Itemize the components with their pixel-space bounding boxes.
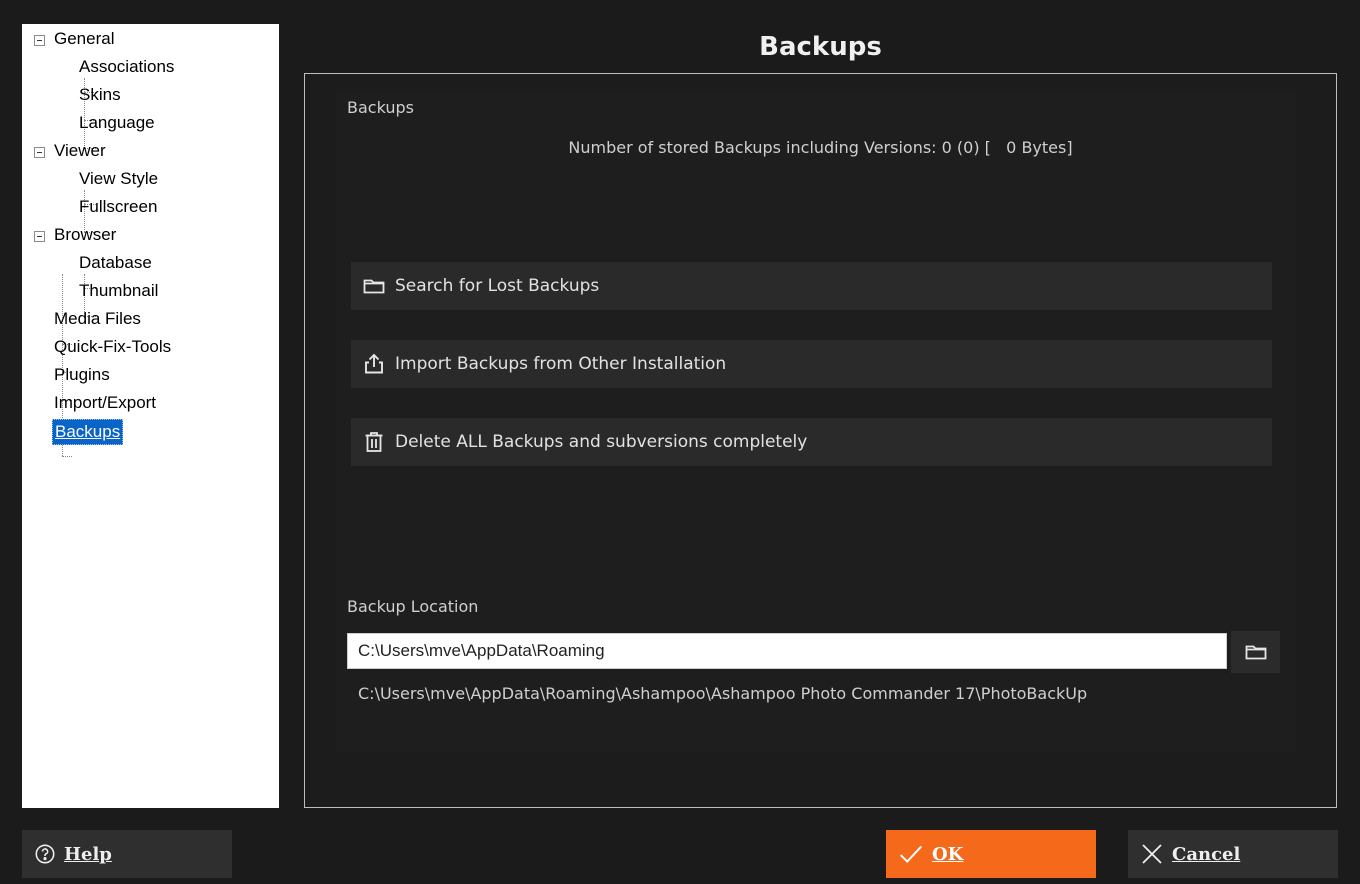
browse-folder-button[interactable] bbox=[1231, 631, 1280, 673]
tree-item-label: Skins bbox=[79, 85, 121, 104]
delete-all-backups-button[interactable]: Delete ALL Backups and subversions compl… bbox=[351, 418, 1272, 466]
folder-icon bbox=[360, 272, 388, 300]
tree-item-thumbnail[interactable]: Thumbnail bbox=[77, 279, 160, 305]
tree-item-label: Plugins bbox=[54, 365, 110, 384]
tree-item-quick-fix-tools[interactable]: Quick-Fix-Tools bbox=[52, 335, 173, 361]
folder-icon bbox=[1244, 640, 1268, 664]
tree-item-fullscreen[interactable]: Fullscreen bbox=[77, 195, 159, 221]
tree-connector bbox=[62, 456, 72, 457]
import-backups-label: Import Backups from Other Installation bbox=[395, 354, 727, 374]
backups-section-label: Backups bbox=[347, 98, 414, 117]
tree-item-view-style[interactable]: View Style bbox=[77, 167, 160, 193]
tree-item-label: Thumbnail bbox=[79, 281, 159, 300]
tree-item-label: Import/Export bbox=[54, 393, 157, 412]
tree-item-backups[interactable]: Backups bbox=[52, 419, 124, 445]
tree-item-label: General bbox=[54, 29, 115, 48]
delete-all-backups-label: Delete ALL Backups and subversions compl… bbox=[395, 432, 808, 452]
backup-location-input[interactable] bbox=[347, 633, 1227, 669]
collapse-browser-icon[interactable] bbox=[34, 231, 45, 242]
collapse-viewer-icon[interactable] bbox=[34, 147, 45, 158]
help-button[interactable]: Help bbox=[22, 830, 232, 878]
settings-tree: General Associations Skins Language View… bbox=[22, 24, 279, 808]
tree-item-associations[interactable]: Associations bbox=[77, 55, 176, 81]
tree-item-skins[interactable]: Skins bbox=[77, 83, 123, 109]
tree-item-label: Database bbox=[79, 253, 152, 272]
cancel-button[interactable]: Cancel bbox=[1128, 830, 1338, 878]
backup-location-label: Backup Location bbox=[347, 597, 479, 616]
ok-button[interactable]: OK bbox=[886, 830, 1096, 878]
full-backup-path: C:\Users\mve\AppData\Roaming\Ashampoo\As… bbox=[358, 684, 1088, 703]
checkmark-icon bbox=[898, 841, 924, 867]
tree-item-label: Viewer bbox=[54, 141, 106, 160]
ok-label: OK bbox=[932, 843, 964, 865]
tree-item-label: Fullscreen bbox=[79, 197, 158, 216]
page-title: Backups bbox=[759, 32, 882, 62]
preferences-dialog: General Associations Skins Language View… bbox=[0, 0, 1360, 884]
backup-stats-text: Number of stored Backups including Versi… bbox=[568, 138, 1073, 157]
tree-item-label: Media Files bbox=[54, 309, 141, 328]
tree-item-media-files[interactable]: Media Files bbox=[52, 307, 143, 333]
cancel-label: Cancel bbox=[1172, 843, 1241, 865]
search-lost-backups-button[interactable]: Search for Lost Backups bbox=[351, 262, 1272, 310]
tree-item-language[interactable]: Language bbox=[77, 111, 157, 137]
tree-item-import-export[interactable]: Import/Export bbox=[52, 391, 158, 417]
help-icon bbox=[34, 843, 56, 865]
tree-item-label: Quick-Fix-Tools bbox=[54, 337, 172, 356]
close-icon bbox=[1140, 842, 1164, 866]
tree-item-label: Language bbox=[79, 113, 155, 132]
tree-item-label: View Style bbox=[79, 169, 159, 188]
collapse-general-icon[interactable] bbox=[34, 35, 45, 46]
tree-item-plugins[interactable]: Plugins bbox=[52, 363, 112, 389]
help-label: Help bbox=[64, 843, 112, 865]
tree-item-general[interactable]: General bbox=[52, 27, 116, 53]
tree-item-label: Backups bbox=[52, 419, 124, 445]
trash-icon bbox=[360, 428, 388, 456]
tree-item-database[interactable]: Database bbox=[77, 251, 154, 277]
import-backups-button[interactable]: Import Backups from Other Installation bbox=[351, 340, 1272, 388]
search-lost-backups-label: Search for Lost Backups bbox=[395, 276, 600, 296]
tree-item-label: Browser bbox=[54, 225, 117, 244]
tree-item-viewer[interactable]: Viewer bbox=[52, 139, 108, 165]
tree-item-label: Associations bbox=[79, 57, 175, 76]
upload-icon bbox=[360, 350, 388, 378]
tree-item-browser[interactable]: Browser bbox=[52, 223, 118, 249]
